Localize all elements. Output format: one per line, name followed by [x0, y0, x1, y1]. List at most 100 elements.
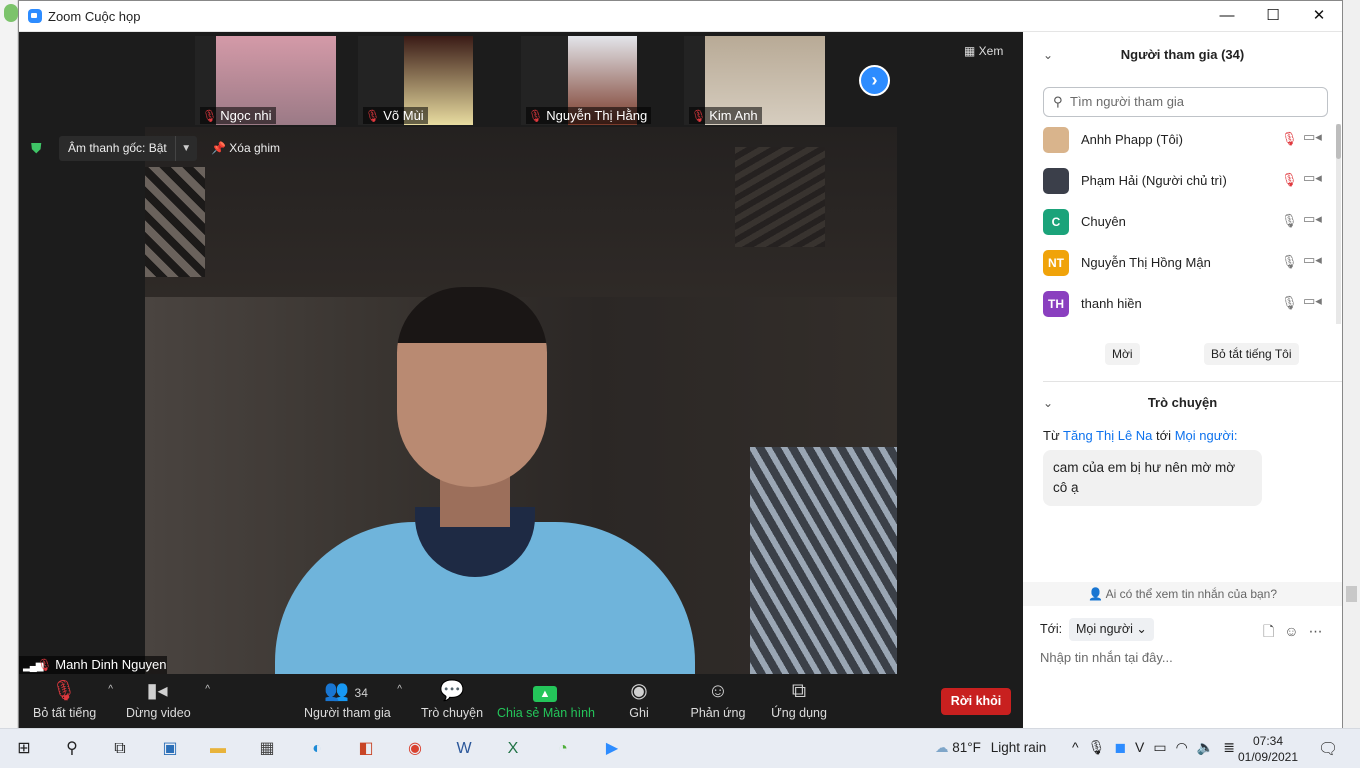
chat-privacy-link[interactable]: 👤 Ai có thể xem tin nhắn của bạn? [1023, 582, 1342, 606]
windows-start-icon[interactable]: ⊞ [12, 737, 36, 761]
notification-icon[interactable]: 🗨 [1318, 739, 1338, 759]
video-camera-icon[interactable]: ▭◂ [1303, 211, 1322, 227]
apps-button[interactable]: ⧉ Ứng dụng [769, 678, 829, 720]
view-button[interactable]: ▦ Xem [964, 44, 1003, 58]
close-button[interactable]: ✕ [1296, 4, 1342, 28]
reactions-button[interactable]: ☺ Phản ứng [687, 678, 749, 720]
search-icon[interactable]: ⚲ [60, 737, 84, 761]
stop-video-button[interactable]: ▮◂ Dừng video ^ [126, 678, 210, 720]
participant-row[interactable]: C Chuyên 🎙 ▭◂ [1043, 205, 1333, 239]
video-camera-icon[interactable]: ▭◂ [1303, 129, 1322, 145]
participant-row[interactable]: Phạm Hải (Người chủ trì) 🎙 ▭◂ [1043, 164, 1333, 198]
volume-icon[interactable]: 🔈 [1197, 739, 1223, 755]
chat-button[interactable]: 💬 Trò chuyện [421, 678, 483, 720]
minimize-button[interactable]: — [1204, 4, 1250, 28]
muted-mic-icon[interactable]: 🎙 [1281, 131, 1298, 147]
scrollbar-thumb[interactable] [1336, 124, 1341, 159]
edge-icon[interactable]: ◐ [305, 737, 329, 761]
speaker-name-tag: ▂▄▆🎙 Manh Dinh Nguyen [19, 656, 167, 674]
participant-row[interactable]: NT Nguyễn Thị Hồng Mận 🎙 ▭◂ [1043, 246, 1333, 280]
meeting-toolbar: 🎙 Bỏ tất tiếng ^ ▮◂ Dừng video ^ 👥 34 Ng… [19, 674, 1023, 728]
share-screen-button[interactable]: ▲ Chia sẻ Màn hình [497, 678, 595, 720]
store-icon[interactable]: ▦ [255, 737, 279, 761]
more-icon[interactable]: ⋯ [1309, 623, 1333, 639]
mic-icon[interactable]: 🎙 [1281, 254, 1298, 270]
encryption-shield-icon[interactable]: ⛊ [31, 140, 45, 156]
v-icon[interactable]: V [1135, 739, 1153, 755]
video-camera-icon[interactable]: ▭◂ [1303, 170, 1322, 186]
excel-icon[interactable]: X [501, 737, 525, 761]
avatar [1043, 127, 1069, 153]
participants-button[interactable]: 👥 34 Người tham gia ^ [304, 678, 402, 720]
battery-icon[interactable]: ▭ [1153, 739, 1175, 755]
original-audio-toggle[interactable]: Âm thanh gốc: Bật ▼ [59, 136, 197, 161]
thumbnail-video[interactable]: 🎙 Võ Mùi [358, 36, 473, 125]
window-title: Zoom Cuộc họp [48, 9, 141, 24]
powerpoint-icon[interactable]: ◧ [354, 737, 378, 761]
recipient-link[interactable]: Mọi người: [1175, 428, 1238, 443]
grid-icon: ▦ [964, 44, 979, 58]
chevron-up-icon[interactable]: ^ [397, 684, 402, 695]
invite-button[interactable]: Mời [1105, 343, 1140, 365]
emoji-icon[interactable]: ☺ [1284, 623, 1308, 639]
from-prefix: Từ [1043, 428, 1060, 443]
zoom-tray-icon[interactable]: ◼ [1114, 739, 1135, 755]
title-bar: Zoom Cuộc họp — ☐ ✕ [19, 1, 1342, 32]
view-label: Xem [978, 44, 1004, 58]
recipient-dropdown[interactable]: Mọi người ⌄ [1069, 618, 1154, 641]
thumbnail-video[interactable]: 🎙 Kim Anh [684, 36, 825, 125]
file-icon[interactable]: 🗋 [1263, 623, 1284, 639]
green-app-icon[interactable]: ◔ [551, 737, 575, 761]
clock[interactable]: 07:34 01/09/2021 [1232, 733, 1304, 765]
mic-icon[interactable]: 🎙 [1088, 739, 1115, 755]
reactions-label: Phản ứng [690, 706, 746, 720]
mute-me-button[interactable]: Bỏ tắt tiếng Tôi [1204, 343, 1299, 365]
share-screen-label: Chia sẻ Màn hình [497, 706, 595, 720]
thumbnail-name-tag: 🎙 Võ Mùi [363, 107, 428, 124]
wifi-icon[interactable]: ◠ [1176, 739, 1197, 755]
record-label: Ghi [629, 706, 649, 720]
unmute-button[interactable]: 🎙 Bỏ tất tiếng ^ [33, 678, 113, 720]
participant-search-input[interactable]: ⚲ Tìm người tham gia [1043, 87, 1328, 117]
maximize-button[interactable]: ☐ [1250, 4, 1296, 28]
chat-message-input[interactable]: Nhập tin nhắn tại đây... [1040, 650, 1173, 665]
thumbnail-video[interactable]: 🎙 Ngọc nhi [195, 36, 336, 125]
thumbnail-video[interactable]: 🎙 Nguyễn Thị Hằng [521, 36, 652, 125]
record-button[interactable]: ◉ Ghi [619, 678, 659, 720]
participant-row[interactable]: TH thanh hiền 🎙 ▭◂ [1043, 287, 1333, 321]
thumbnail-name-tag: 🎙 Ngọc nhi [200, 107, 276, 124]
video-camera-icon[interactable]: ▭◂ [1303, 293, 1322, 309]
pin-icon: 📌 [211, 141, 230, 155]
weather-temp: 81°F [952, 740, 981, 755]
scrollbar-thumb[interactable] [1346, 586, 1357, 602]
zoom-taskbar-icon[interactable]: ▶ [600, 737, 624, 761]
mic-icon[interactable]: 🎙 [1281, 295, 1298, 311]
video-camera-icon[interactable]: ▭◂ [1303, 252, 1322, 268]
participants-scrollbar[interactable] [1336, 124, 1341, 324]
unpin-button[interactable]: 📌 Xóa ghim [211, 136, 280, 161]
task-view-icon[interactable]: ⧉ [108, 737, 132, 761]
file-explorer-icon[interactable]: ▬ [206, 737, 230, 761]
thumbnail-name-tag: 🎙 Nguyễn Thị Hằng [526, 107, 652, 124]
sender-link[interactable]: Tăng Thị Lê Na [1063, 428, 1152, 443]
muted-mic-icon[interactable]: 🎙 [1281, 172, 1298, 188]
participant-row[interactable]: Anhh Phapp (Tôi) 🎙 ▭◂ [1043, 123, 1333, 157]
chat-message-bubble: cam của em bị hư nên mờ mờ cô ạ [1043, 450, 1262, 506]
clock-date: 01/09/2021 [1237, 750, 1299, 764]
chevron-down-icon[interactable]: ▼ [174, 136, 197, 161]
weather-cloud-icon: ☁ [935, 740, 953, 755]
leave-button[interactable]: Rời khỏi [941, 688, 1011, 715]
chevron-up-icon[interactable]: ^ [108, 684, 113, 695]
share-screen-icon: ▲ [497, 678, 593, 704]
chrome-icon[interactable]: ◉ [403, 737, 427, 761]
unmute-label: Bỏ tất tiếng [33, 706, 97, 720]
chevron-up-icon[interactable]: ^ [205, 684, 210, 695]
muted-mic-icon: 🎙 [365, 109, 381, 123]
chevron-up-icon[interactable]: ^ [1072, 739, 1088, 755]
photos-icon[interactable]: ▣ [158, 737, 182, 761]
weather-widget[interactable]: ☁ 81°F Light rain [935, 740, 1046, 756]
next-page-arrow-icon[interactable]: › [859, 65, 890, 96]
background-window-scrollbar [1343, 0, 1360, 728]
word-icon[interactable]: W [452, 737, 476, 761]
mic-icon[interactable]: 🎙 [1281, 213, 1298, 229]
